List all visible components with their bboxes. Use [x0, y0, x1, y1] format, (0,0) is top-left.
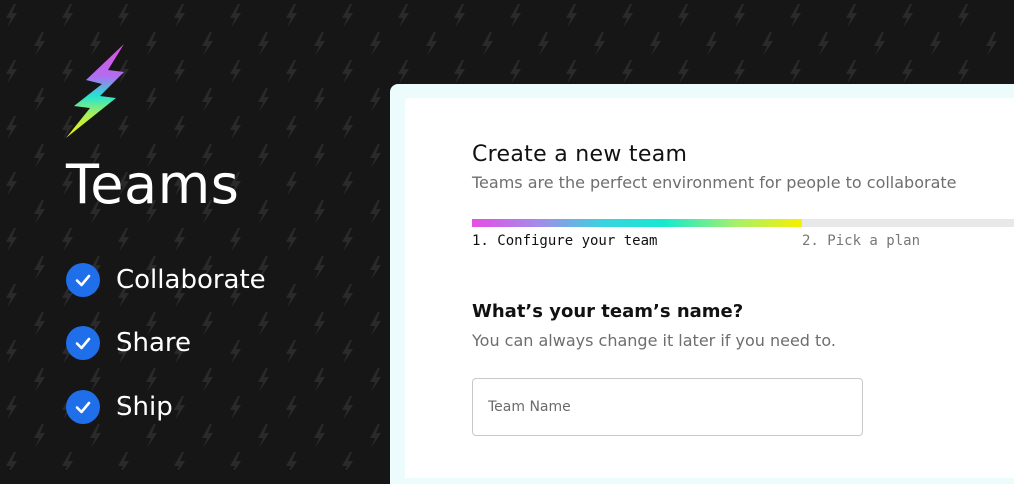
- feature-item-collaborate: Collaborate: [66, 248, 266, 312]
- check-circle-icon: [66, 263, 100, 297]
- page-title: Create a new team: [472, 142, 688, 167]
- page-subtitle: Teams are the perfect environment for pe…: [472, 173, 957, 192]
- lightning-bolt-icon: [66, 44, 124, 138]
- check-circle-icon: [66, 326, 100, 360]
- step-pick-plan: 2. Pick a plan: [802, 233, 921, 249]
- step-configure-team: 1. Configure your team: [472, 233, 658, 249]
- feature-label: Ship: [116, 392, 173, 422]
- feature-item-share: Share: [66, 311, 191, 375]
- team-name-hint: You can always change it later if you ne…: [472, 331, 836, 350]
- feature-label: Share: [116, 328, 192, 358]
- team-name-question: What’s your team’s name?: [472, 301, 744, 322]
- team-name-input[interactable]: [472, 378, 863, 436]
- feature-item-ship: Ship: [66, 375, 173, 439]
- brand-title: Teams: [66, 153, 240, 216]
- check-circle-icon: [66, 390, 100, 424]
- feature-label: Collaborate: [116, 265, 266, 295]
- progress-bar-fill: [472, 219, 803, 227]
- create-team-card: Create a new team Teams are the perfect …: [405, 98, 1014, 478]
- progress-bar: [472, 219, 1014, 227]
